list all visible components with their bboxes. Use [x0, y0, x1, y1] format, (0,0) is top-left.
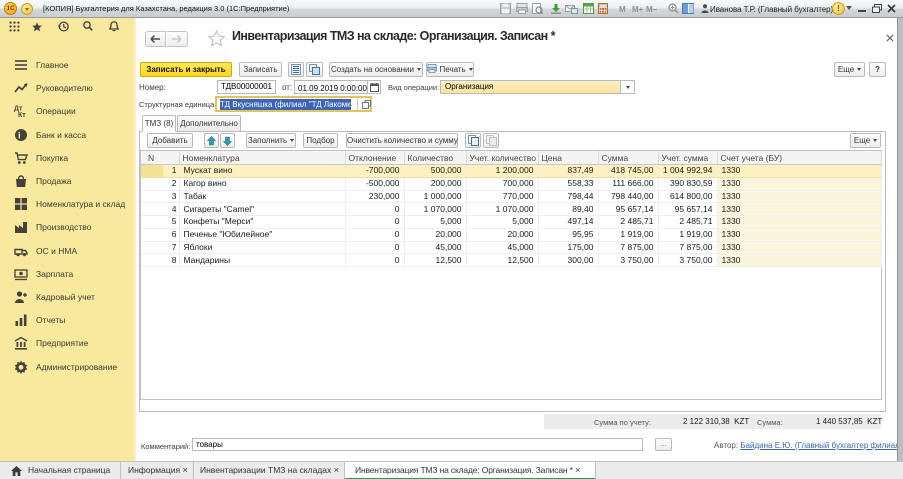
svg-text:Кт: Кт [18, 112, 26, 118]
svg-text:i: i [18, 130, 21, 141]
